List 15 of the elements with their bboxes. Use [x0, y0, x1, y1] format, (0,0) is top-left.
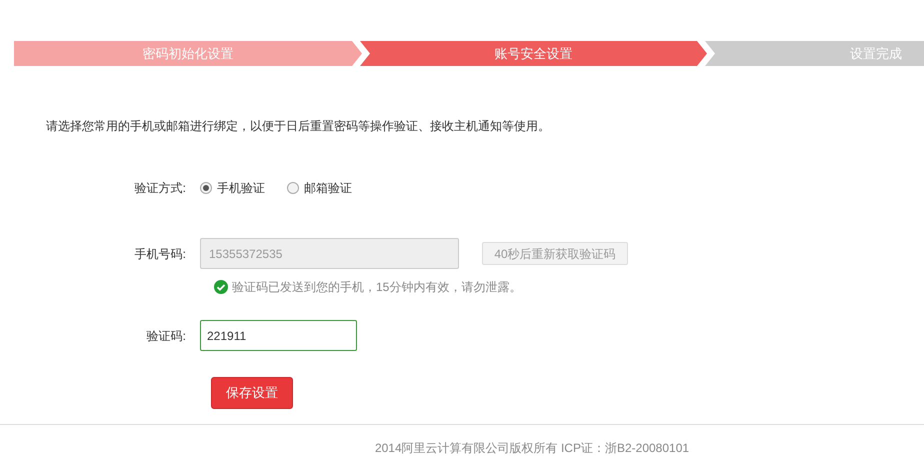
footer-text: 2014阿里云计算有限公司版权所有 ICP证：浙B2-20080101 [374, 440, 690, 457]
code-field[interactable]: 221911 [200, 320, 357, 351]
radio-option[interactable]: 手机验证 [200, 179, 265, 197]
radio-option[interactable]: 邮箱验证 [287, 179, 352, 197]
field-label: 验证码: [146, 328, 186, 342]
save-button[interactable]: 保存设置 [211, 377, 293, 409]
radio-icon[interactable] [287, 182, 299, 194]
progress-step: 密码初始化设置 [14, 41, 362, 66]
check-icon [214, 280, 228, 294]
field-label: 手机号码: [134, 246, 186, 260]
intro-text: 请选择您常用的手机或邮箱进行绑定，以便于日后重置密码等操作验证、接收主机通知等使用。 [46, 118, 551, 135]
radio-icon[interactable] [200, 182, 212, 194]
hint-text: 验证码已发送到您的手机，15分钟内有效，请勿泄露。 [232, 279, 522, 296]
field-label: 验证方式: [134, 181, 186, 195]
progress-step: 账号安全设置 [360, 41, 707, 66]
